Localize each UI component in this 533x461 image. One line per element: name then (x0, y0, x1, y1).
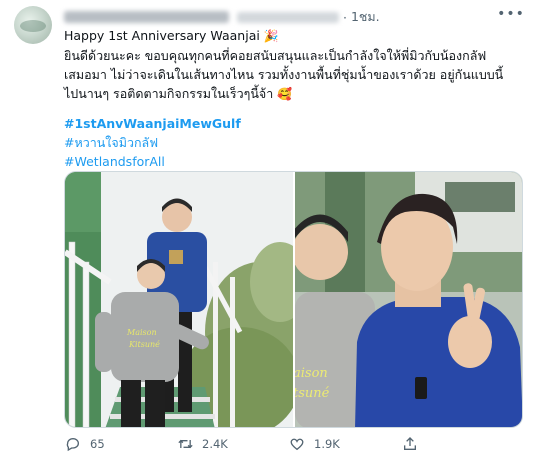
shirt-text-right-line-1: aison (295, 366, 328, 381)
retweet-icon (176, 435, 194, 453)
smiling-hearts-emoji: 🥰 (277, 87, 293, 101)
tweet-actions: 65 2.4K 1.9K (64, 432, 519, 456)
hashtag-link[interactable]: #WetlandsforAll (64, 152, 241, 171)
reply-button[interactable]: 65 (64, 435, 176, 453)
photo-stairs-illustration: Maison Kitsuné (65, 172, 293, 427)
retweet-button[interactable]: 2.4K (176, 435, 288, 453)
hashtag-list: #1stAnvWaanjaiMewGulf #หวานใจมิวกลัฟ #We… (64, 114, 241, 171)
photo-portrait[interactable]: aison tsuné (295, 172, 522, 427)
reply-count: 65 (90, 437, 105, 451)
shirt-text-line-1: Maison (126, 328, 157, 337)
photo-stairs[interactable]: Maison Kitsuné (65, 172, 293, 427)
share-button[interactable] (400, 435, 512, 453)
like-button[interactable]: 1.9K (288, 435, 400, 453)
tweet-time[interactable]: 1ชม. (351, 7, 380, 27)
tweet-line-4-text: ไปนานๆ รอติดตามกิจกรรมในเร็วๆนี้จ้า (64, 86, 274, 101)
shirt-text-right-line-2: tsuné (295, 386, 330, 401)
share-icon (400, 435, 420, 453)
tweet-media[interactable]: Maison Kitsuné aison tsuné (64, 171, 523, 428)
tweet-line-4: ไปนานๆ รอติดตามกิจกรรมในเร็วๆนี้จ้า 🥰 (64, 84, 519, 104)
author-name-redacted[interactable] (64, 11, 229, 23)
tweet-header: · 1ชม. (64, 8, 380, 26)
heart-icon (288, 435, 306, 453)
like-count: 1.9K (314, 437, 340, 451)
author-handle-redacted[interactable] (237, 11, 339, 23)
tweet-text: Happy 1st Anniversary Waanjai 🎉 ยินดีด้ว… (64, 26, 519, 104)
separator-dot: · (343, 9, 347, 25)
tweet-line-3: เสมอมา ไม่ว่าจะเดินในเส้นทางไหน รวมทั้งง… (64, 67, 504, 82)
party-popper-emoji: 🎉 (263, 29, 279, 43)
tweet-line-1-text: Happy 1st Anniversary Waanjai (64, 28, 260, 43)
tweet-line-1: Happy 1st Anniversary Waanjai 🎉 (64, 26, 519, 46)
shirt-text-line-2: Kitsuné (128, 340, 160, 349)
author-avatar[interactable] (14, 6, 52, 44)
reply-icon (64, 435, 82, 453)
tweet-line-2: ยินดีด้วยนะคะ ขอบคุณทุกคนที่คอยสนับสนุนแ… (64, 48, 487, 63)
retweet-count: 2.4K (202, 437, 228, 451)
hashtag-link[interactable]: #หวานใจมิวกลัฟ (64, 133, 241, 152)
more-options-icon[interactable]: ••• (497, 4, 524, 24)
tweet[interactable]: · 1ชม. ••• Happy 1st Anniversary Waanjai… (0, 0, 533, 461)
hashtag-link[interactable]: #1stAnvWaanjaiMewGulf (64, 114, 241, 133)
photo-portrait-illustration: aison tsuné (295, 172, 522, 427)
